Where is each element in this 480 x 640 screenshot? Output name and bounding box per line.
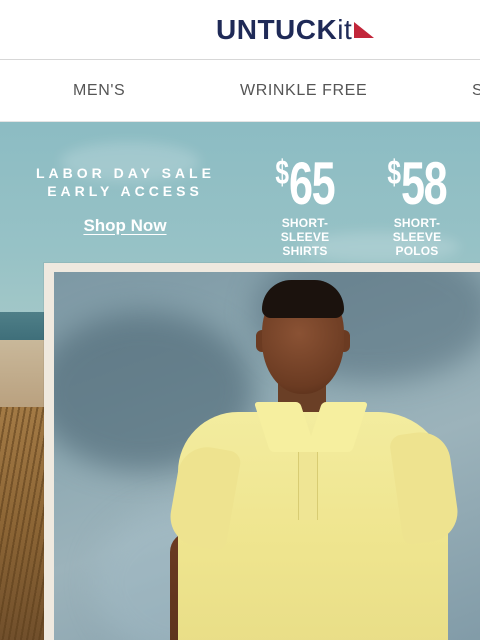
offer-caption-shirts: SHORT-SLEEVE SHIRTS xyxy=(280,216,330,258)
shop-now-link[interactable]: Shop Now xyxy=(83,216,166,236)
offer-shirts[interactable]: $65 SHORT-SLEEVE SHIRTS xyxy=(258,150,352,259)
flag-icon xyxy=(354,22,375,38)
promo-text: LABOR DAY SALE EARLY ACCESS Shop Now xyxy=(36,164,214,236)
model-photo xyxy=(54,272,480,640)
offer-polos[interactable]: $58 SHORT-SLEEVE POLOS xyxy=(370,150,464,259)
brand-logo[interactable]: UNTUCKit xyxy=(216,10,376,50)
price-polos: $58 xyxy=(387,150,448,217)
offer-caption-polos: SHORT-SLEEVE POLOS xyxy=(392,216,442,258)
shirt-placket xyxy=(298,452,318,520)
nav-item-next-cut[interactable]: S xyxy=(472,82,480,100)
hero-banner[interactable]: LABOR DAY SALE EARLY ACCESS Shop Now $65… xyxy=(0,122,480,640)
site-header: UNTUCKit xyxy=(0,0,480,60)
main-nav: MEN'S WRINKLE FREE S xyxy=(0,60,480,122)
model-hair xyxy=(262,280,344,318)
nav-item-wrinkle-free[interactable]: WRINKLE FREE xyxy=(240,82,367,100)
model-figure xyxy=(165,272,474,640)
brand-logo-text: UNTUCKit xyxy=(216,14,353,45)
price-shirts: $65 xyxy=(275,150,336,217)
nav-item-mens[interactable]: MEN'S xyxy=(73,82,125,100)
promo-subheadline: EARLY ACCESS xyxy=(47,183,203,199)
promo-headline: LABOR DAY SALE xyxy=(36,165,215,181)
photo-frame xyxy=(44,263,480,640)
